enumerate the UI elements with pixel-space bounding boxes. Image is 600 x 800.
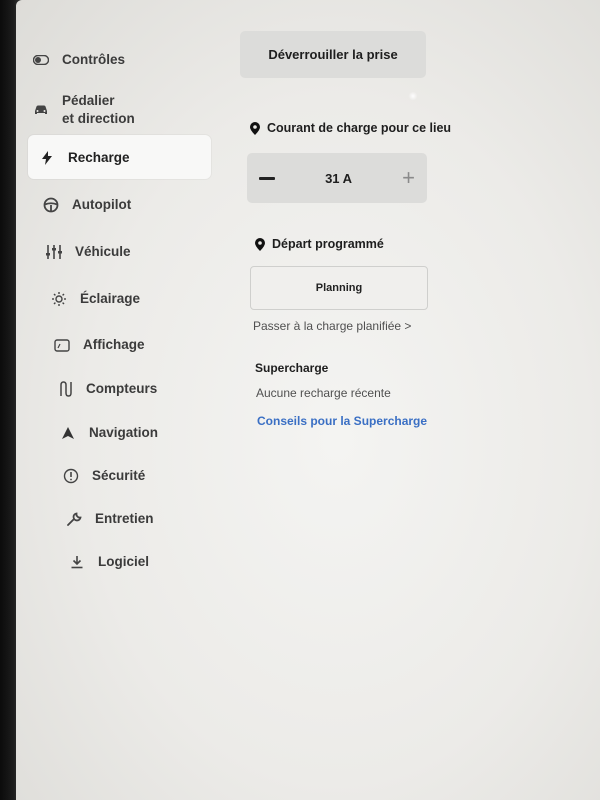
sidebar-item-label: Sécurité	[92, 468, 146, 483]
supercharge-status: Aucune recharge récente	[256, 386, 391, 400]
planning-button[interactable]: Planning	[250, 266, 428, 310]
sidebar-item-label: Entretien	[95, 511, 154, 526]
download-icon	[68, 553, 86, 571]
display-icon	[53, 336, 71, 354]
sidebar-item-controles[interactable]: Contrôles	[32, 51, 125, 69]
charge-current-header: Courant de charge pour ce lieu	[250, 121, 451, 135]
sidebar-item-logiciel[interactable]: Logiciel	[68, 553, 149, 571]
sidebar-item-affichage[interactable]: Affichage	[53, 336, 145, 354]
charge-current-stepper: 31 A +	[247, 153, 427, 203]
departure-header: Départ programmé	[255, 237, 384, 251]
decrease-current-button[interactable]	[259, 176, 275, 180]
sidebar-item-label: Pédalier et direction	[62, 93, 135, 126]
unlock-charge-port-button[interactable]: Déverrouiller la prise	[240, 31, 426, 78]
sidebar-item-label: Navigation	[89, 425, 159, 440]
sidebar-item-navigation[interactable]: Navigation	[59, 424, 158, 442]
bolt-icon	[38, 149, 56, 167]
route-icon	[56, 380, 74, 398]
sidebar-item-label: Véhicule	[75, 244, 131, 259]
screen-glare	[408, 92, 418, 100]
sidebar-item-vehicule[interactable]: Véhicule	[45, 243, 131, 261]
toggle-icon	[32, 51, 50, 69]
location-pin-icon	[250, 121, 260, 135]
location-pin-icon	[255, 237, 265, 251]
wrench-icon	[65, 510, 83, 528]
sidebar-item-label: Autopilot	[72, 197, 132, 212]
sidebar-item-label: Contrôles	[62, 52, 126, 67]
increase-current-button[interactable]: +	[402, 167, 415, 189]
charge-current-value: 31 A	[325, 170, 353, 186]
sidebar-item-entretien[interactable]: Entretien	[65, 510, 154, 528]
scheduled-charge-link[interactable]: Passer à la charge planifiée >	[253, 319, 411, 333]
sun-icon	[50, 290, 68, 308]
sidebar-item-label: Éclairage	[80, 291, 141, 306]
sidebar-item-compteurs[interactable]: Compteurs	[56, 380, 157, 398]
navigation-arrow-icon	[59, 424, 77, 442]
sliders-icon	[45, 243, 63, 261]
sidebar-item-label: Recharge	[68, 150, 130, 165]
charge-current-title: Courant de charge pour ce lieu	[267, 121, 452, 135]
sidebar-item-pedalier[interactable]: Pédalier et direction	[32, 92, 135, 128]
sidebar-item-label: Affichage	[83, 337, 145, 352]
steering-wheel-icon	[42, 196, 60, 214]
sidebar-item-label: Compteurs	[86, 381, 158, 396]
alert-circle-icon	[62, 467, 80, 485]
car-icon	[32, 101, 50, 119]
supercharge-title: Supercharge	[255, 361, 329, 375]
supercharge-tips-link[interactable]: Conseils pour la Supercharge	[257, 414, 427, 428]
sidebar-item-recharge[interactable]: Recharge	[38, 149, 130, 167]
sidebar-item-securite[interactable]: Sécurité	[62, 467, 145, 485]
sidebar-item-label: Logiciel	[98, 554, 150, 569]
sidebar-item-eclairage[interactable]: Éclairage	[50, 290, 140, 308]
departure-title: Départ programmé	[272, 237, 384, 251]
sidebar-item-autopilot[interactable]: Autopilot	[42, 196, 131, 214]
